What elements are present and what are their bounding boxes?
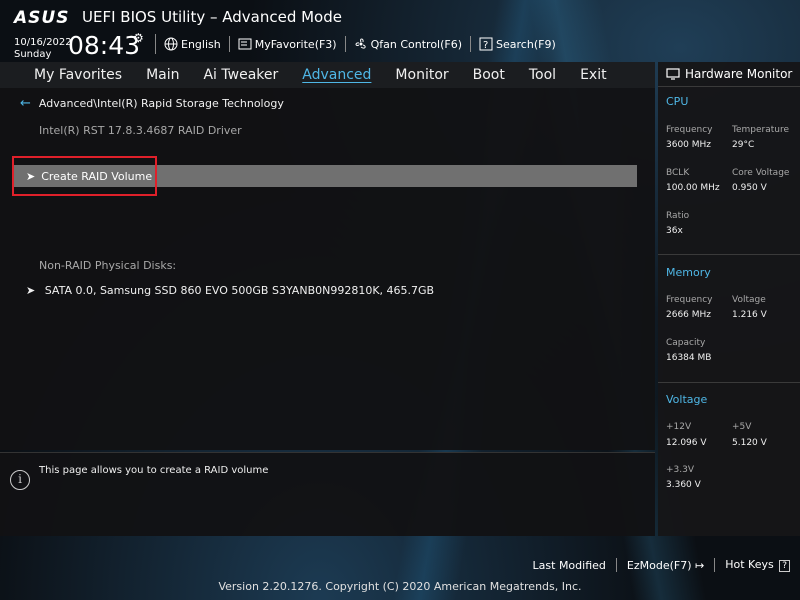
date-text: 10/16/2022 <box>14 37 72 48</box>
capacity-value: 16384 MB <box>666 353 712 363</box>
divider <box>470 36 472 52</box>
tab-tool[interactable]: Tool <box>517 67 568 83</box>
v12-label: +12V <box>666 422 692 432</box>
hardware-monitor-panel: Hardware Monitor CPU Frequency Temperatu… <box>658 62 800 536</box>
language-label: English <box>181 37 221 51</box>
day-text: Sunday <box>14 49 52 60</box>
highlight-annotation-box <box>12 156 157 196</box>
divider <box>658 254 800 255</box>
globe-icon <box>164 37 178 51</box>
tab-boot[interactable]: Boot <box>461 67 517 83</box>
ratio-label: Ratio <box>666 211 690 221</box>
tab-advanced[interactable]: Advanced <box>290 67 383 83</box>
header: ASUS UEFI BIOS Utility – Advanced Mode 1… <box>0 0 800 62</box>
chevron-right-icon: ➤ <box>26 284 36 297</box>
tab-main[interactable]: Main <box>134 67 191 83</box>
hot-keys-button[interactable]: Hot Keys ? <box>725 558 790 572</box>
breadcrumb-text: Advanced\Intel(R) Rapid Storage Technolo… <box>38 97 284 110</box>
memory-frequency-label: Frequency <box>666 295 713 305</box>
breadcrumb: ← Advanced\Intel(R) Rapid Storage Techno… <box>20 96 284 111</box>
svg-text:?: ? <box>483 40 488 51</box>
core-voltage-value: 0.950 V <box>732 183 767 193</box>
hardware-monitor-title: Hardware Monitor <box>666 67 792 81</box>
memory-frequency-value: 2666 MHz <box>666 310 712 320</box>
app-title: UEFI BIOS Utility – Advanced Mode <box>82 8 342 26</box>
divider <box>658 382 800 383</box>
search-label: Search(F9) <box>496 37 556 51</box>
main-panel: ← Advanced\Intel(R) Rapid Storage Techno… <box>0 88 655 450</box>
qfan-control-button[interactable]: Qfan Control(F6) <box>354 36 462 52</box>
divider <box>344 36 346 52</box>
exit-arrow-icon: ↦ <box>695 558 705 572</box>
core-voltage-label: Core Voltage <box>732 168 790 178</box>
qfan-control-label: Qfan Control(F6) <box>370 37 463 51</box>
monitor-icon <box>666 68 680 80</box>
ezmode-button[interactable]: EzMode(F7) ↦ <box>627 559 704 572</box>
bclk-label: BCLK <box>666 168 690 178</box>
hot-keys-label: Hot Keys <box>725 558 774 571</box>
ezmode-label: EzMode(F7) <box>626 558 692 572</box>
voltage-heading: Voltage <box>666 393 708 406</box>
help-text: This page allows you to create a RAID vo… <box>39 465 269 476</box>
date-display: 10/16/2022 Sunday <box>14 37 72 61</box>
v5-label: +5V <box>732 422 752 432</box>
tab-my-favorites[interactable]: My Favorites <box>0 67 134 83</box>
gear-icon[interactable]: ⚙ <box>133 31 144 45</box>
v33-value: 3.360 V <box>666 480 701 490</box>
hot-keys-key: ? <box>779 560 790 572</box>
memory-voltage-label: Voltage <box>732 295 766 305</box>
v12-value: 12.096 V <box>666 438 707 448</box>
info-icon: i <box>10 470 30 490</box>
divider <box>155 34 156 54</box>
v33-label: +3.3V <box>666 465 695 475</box>
disk-label: SATA 0.0, Samsung SSD 860 EVO 500GB S3YA… <box>44 284 435 297</box>
my-favorite-button[interactable]: MyFavorite(F3) <box>238 36 337 52</box>
driver-version: Intel(R) RST 17.8.3.4687 RAID Driver <box>39 124 242 137</box>
toolbar: English MyFavorite(F3) Qfan Control(F6) … <box>164 36 556 52</box>
help-panel: i This page allows you to create a RAID … <box>0 452 655 536</box>
cpu-temperature-value: 29°C <box>732 140 755 150</box>
search-help-icon: ? <box>479 37 493 51</box>
tab-exit[interactable]: Exit <box>568 67 619 83</box>
bclk-value: 100.00 MHz <box>666 183 720 193</box>
divider <box>615 558 617 572</box>
search-button[interactable]: ? Search(F9) <box>479 36 556 52</box>
ratio-value: 36x <box>666 226 683 236</box>
my-favorite-label: MyFavorite(F3) <box>254 37 337 51</box>
cpu-heading: CPU <box>666 95 689 108</box>
footer: Last Modified EzMode(F7) ↦ Hot Keys ? Ve… <box>0 536 800 600</box>
main-nav: My Favorites Main Ai Tweaker Advanced Mo… <box>0 62 655 88</box>
clock-time[interactable]: 08:43 <box>68 31 140 60</box>
divider <box>658 86 800 87</box>
hardware-monitor-label: Hardware Monitor <box>685 67 793 81</box>
capacity-label: Capacity <box>666 338 706 348</box>
tab-monitor[interactable]: Monitor <box>383 67 460 83</box>
disk-item[interactable]: ➤ SATA 0.0, Samsung SSD 860 EVO 500GB S3… <box>26 284 434 297</box>
version-text: Version 2.20.1276. Copyright (C) 2020 Am… <box>218 580 582 593</box>
memory-heading: Memory <box>666 266 711 279</box>
cpu-frequency-value: 3600 MHz <box>666 140 712 150</box>
divider <box>228 36 230 52</box>
footer-actions: Last Modified EzMode(F7) ↦ Hot Keys ? <box>533 558 790 572</box>
language-button[interactable]: English <box>164 36 221 52</box>
cpu-temperature-label: Temperature <box>732 125 790 135</box>
v5-value: 5.120 V <box>732 438 767 448</box>
tab-ai-tweaker[interactable]: Ai Tweaker <box>191 67 290 83</box>
divider <box>714 558 716 572</box>
back-arrow-icon[interactable]: ← <box>20 96 31 111</box>
cpu-frequency-label: Frequency <box>666 125 713 135</box>
last-modified-button[interactable]: Last Modified <box>533 559 606 572</box>
memory-voltage-value: 1.216 V <box>732 310 767 320</box>
fan-icon <box>355 38 366 49</box>
asus-logo: ASUS <box>14 8 70 28</box>
non-raid-disks-label: Non-RAID Physical Disks: <box>39 259 177 272</box>
favorite-icon <box>238 38 252 50</box>
